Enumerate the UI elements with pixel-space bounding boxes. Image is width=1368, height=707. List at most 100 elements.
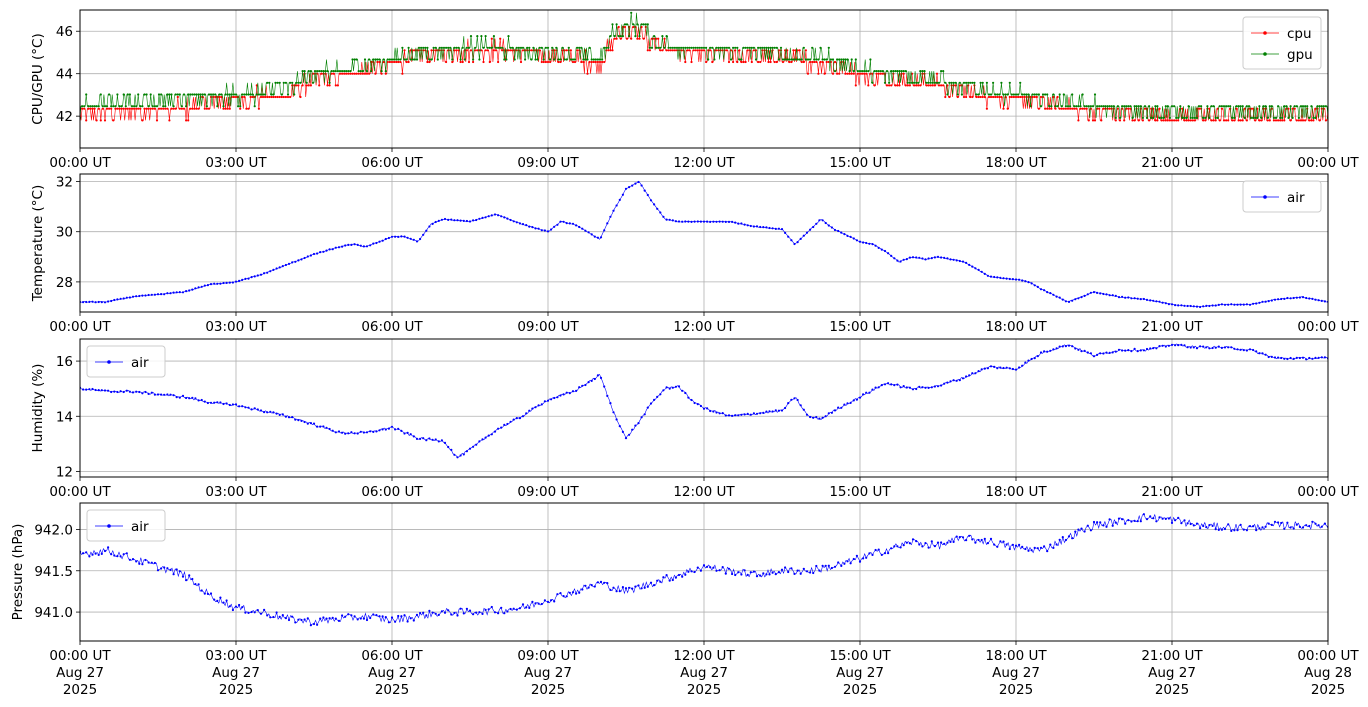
- data-point: [187, 119, 190, 122]
- data-point: [1314, 522, 1317, 525]
- data-point: [344, 244, 347, 247]
- data-point: [642, 23, 645, 26]
- data-point: [139, 105, 142, 108]
- data-point: [1030, 357, 1033, 361]
- data-point: [630, 37, 633, 40]
- data-point: [214, 95, 217, 99]
- data-point: [1217, 303, 1220, 306]
- data-point: [665, 49, 668, 52]
- x-tick-label: 00:00 UT: [49, 484, 111, 500]
- data-point: [1149, 347, 1152, 350]
- data-point: [191, 396, 194, 399]
- data-point: [1152, 517, 1155, 520]
- data-point: [1136, 520, 1139, 523]
- data-point: [1270, 105, 1273, 108]
- data-point: [1161, 301, 1164, 304]
- data-point: [89, 107, 92, 110]
- data-point: [962, 81, 966, 84]
- data-point: [786, 58, 789, 61]
- data-point: [122, 297, 125, 300]
- data-point: [256, 408, 259, 411]
- data-point: [1249, 116, 1253, 119]
- data-point: [640, 184, 643, 187]
- data-point: [428, 58, 431, 61]
- data-point: [969, 95, 972, 99]
- data-point: [141, 294, 144, 297]
- data-point: [355, 58, 358, 61]
- data-point: [759, 225, 762, 229]
- data-point: [1285, 105, 1288, 108]
- data-point: [568, 392, 571, 395]
- data-point: [771, 571, 774, 574]
- data-point: [266, 271, 269, 274]
- data-point: [363, 58, 367, 61]
- data-point: [927, 84, 930, 87]
- data-point: [1085, 105, 1088, 108]
- data-point: [1299, 105, 1303, 108]
- data-point: [877, 386, 880, 389]
- data-point: [281, 265, 284, 268]
- data-point: [1239, 119, 1242, 122]
- data-point: [1266, 119, 1269, 122]
- data-point: [431, 438, 434, 441]
- data-point: [1241, 105, 1244, 108]
- data-point: [225, 281, 228, 284]
- data-point: [1208, 524, 1211, 527]
- data-point: [1000, 95, 1003, 99]
- data-point: [1183, 344, 1186, 347]
- data-point: [1052, 293, 1055, 296]
- data-point: [706, 407, 709, 410]
- data-point: [840, 564, 843, 568]
- data-point: [850, 58, 853, 61]
- data-point: [450, 613, 453, 616]
- data-point: [931, 84, 934, 87]
- data-point: [1114, 294, 1117, 297]
- data-point: [952, 258, 955, 261]
- data-point: [83, 105, 86, 108]
- data-point: [397, 235, 400, 238]
- data-point: [378, 240, 381, 243]
- data-point: [609, 588, 612, 592]
- data-point: [1252, 302, 1255, 305]
- data-point: [195, 93, 198, 96]
- data-point: [266, 95, 269, 99]
- data-point: [488, 60, 491, 64]
- data-point: [1049, 543, 1052, 546]
- data-point: [122, 553, 125, 556]
- y-tick-label: 28: [56, 275, 73, 291]
- data-point: [1177, 116, 1180, 119]
- data-point: [868, 242, 871, 245]
- data-point: [257, 107, 260, 110]
- data-point: [755, 575, 759, 578]
- data-point: [1186, 304, 1189, 308]
- data-point: [562, 595, 565, 598]
- data-point: [105, 107, 109, 110]
- data-point: [1111, 524, 1114, 527]
- data-point: [768, 226, 771, 230]
- data-point: [88, 300, 91, 303]
- data-point: [1127, 105, 1130, 108]
- data-point: [484, 216, 487, 219]
- data-point: [677, 220, 681, 223]
- data-point: [1152, 347, 1155, 350]
- data-point: [858, 240, 862, 243]
- data-point: [1277, 356, 1280, 359]
- data-point: [1314, 356, 1317, 359]
- data-point: [913, 81, 916, 84]
- data-point: [861, 72, 864, 75]
- data-point: [809, 58, 812, 61]
- y-tick-label: 46: [56, 24, 73, 40]
- data-point: [185, 105, 188, 108]
- data-point: [268, 81, 271, 84]
- data-point: [790, 239, 793, 242]
- data-point: [512, 607, 515, 610]
- data-point: [765, 46, 768, 49]
- data-point: [141, 563, 144, 566]
- data-point: [518, 222, 522, 225]
- data-point: [287, 262, 291, 265]
- data-point: [312, 422, 316, 425]
- data-point: [1206, 105, 1209, 108]
- data-point: [157, 107, 161, 110]
- data-point: [1039, 288, 1043, 291]
- data-point: [359, 244, 362, 247]
